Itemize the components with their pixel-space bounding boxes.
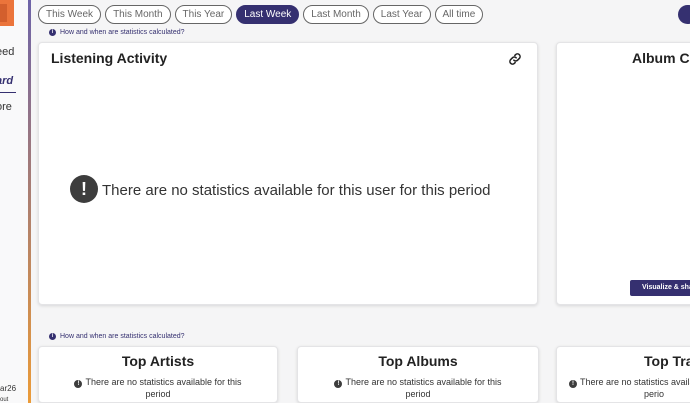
- stats-info-link-secondary[interactable]: i How and when are statistics calculated…: [49, 333, 185, 340]
- sidebar-active-underline: [0, 92, 16, 93]
- sidebar-logout-link[interactable]: out: [0, 397, 8, 403]
- tab-this-year[interactable]: This Year: [174, 5, 233, 24]
- listening-empty-state: ! There are no statistics available for …: [70, 175, 491, 203]
- top-artists-card: Top Artists ! There are no statistics ava…: [38, 346, 278, 403]
- link-icon[interactable]: [508, 52, 522, 66]
- album-cover-card: Album Co Visualize & sha: [556, 42, 690, 305]
- listening-empty-message: There are no statistics available for th…: [102, 181, 491, 199]
- sidebar-item-feed[interactable]: eed: [0, 46, 14, 58]
- stats-info-link[interactable]: i How and when are statistics calculated…: [49, 29, 185, 36]
- sidebar-item-explore[interactable]: ore: [0, 101, 12, 113]
- exclamation-icon: !: [70, 175, 98, 203]
- listening-activity-title: Listening Activity: [51, 50, 168, 66]
- top-tracks-card: Top Tra !There are no statistics availab…: [556, 346, 690, 403]
- info-icon: i: [49, 29, 56, 36]
- top-albums-empty-message-end: period: [405, 389, 431, 399]
- user-menu-button[interactable]: [678, 5, 690, 24]
- top-albums-empty-message: There are no statistics available for th…: [345, 377, 502, 387]
- stats-info-label: How and when are statistics calculated?: [60, 333, 185, 340]
- range-selector: This Week This Month This Year Last Week…: [38, 5, 484, 24]
- top-artists-title: Top Artists: [121, 353, 195, 369]
- top-tracks-empty-message: There are no statistics available fo: [580, 377, 690, 387]
- exclamation-icon: !: [334, 380, 343, 388]
- top-tracks-empty-message-end: perio: [644, 389, 665, 399]
- album-cover-title: Album Co: [632, 50, 690, 66]
- sidebar-item-dashboard[interactable]: ard: [0, 75, 13, 87]
- top-artists-empty-message-end: period: [145, 389, 171, 399]
- top-artists-empty-message: There are no statistics available for th…: [85, 377, 242, 387]
- sidebar-username[interactable]: ar26: [0, 384, 16, 393]
- tab-all-time[interactable]: All time: [434, 5, 484, 24]
- exclamation-icon: !: [569, 380, 577, 388]
- stats-info-label: How and when are statistics calculated?: [60, 29, 185, 36]
- top-tracks-empty-state: !There are no statistics available fo pe…: [569, 376, 690, 400]
- app-logo[interactable]: [0, 0, 14, 26]
- visualize-share-button[interactable]: Visualize & sha: [630, 280, 690, 296]
- info-icon: i: [49, 333, 56, 340]
- top-albums-empty-state: ! There are no statistics available for t…: [298, 376, 538, 400]
- tab-last-year[interactable]: Last Year: [372, 5, 431, 24]
- tab-last-month[interactable]: Last Month: [303, 5, 369, 24]
- tab-this-month[interactable]: This Month: [105, 5, 171, 24]
- top-tracks-title: Top Tra: [644, 353, 690, 369]
- sidebar-gradient-divider: [28, 0, 31, 403]
- listening-activity-card: Listening Activity ! There are no statis…: [38, 42, 538, 305]
- exclamation-icon: !: [74, 380, 83, 388]
- top-albums-title: Top Albums: [378, 353, 458, 369]
- tab-last-week[interactable]: Last Week: [236, 5, 300, 24]
- top-artists-empty-state: ! There are no statistics available for t…: [39, 376, 277, 400]
- top-albums-card: Top Albums ! There are no statistics avai…: [297, 346, 539, 403]
- sidebar: eed ard ore ar26 out: [0, 0, 28, 403]
- tab-this-week[interactable]: This Week: [38, 5, 102, 24]
